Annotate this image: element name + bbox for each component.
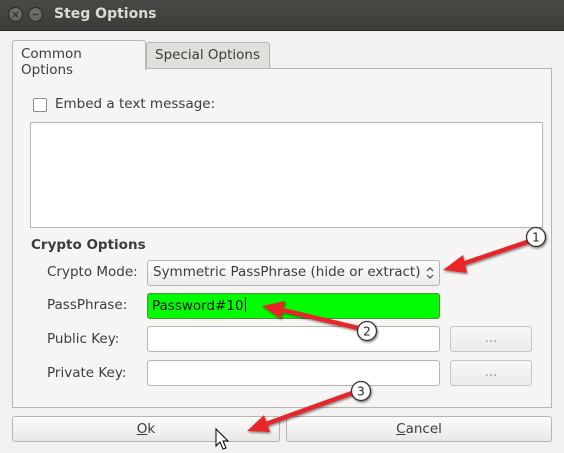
cancel-accelerator: C bbox=[396, 421, 406, 437]
window-title: Steg Options bbox=[54, 6, 157, 22]
private-key-label: Private Key: bbox=[47, 365, 127, 381]
title-bar: Steg Options bbox=[0, 0, 564, 31]
crypto-mode-label: Crypto Mode: bbox=[47, 264, 138, 280]
private-key-input[interactable] bbox=[147, 360, 440, 386]
public-key-label: Public Key: bbox=[47, 331, 120, 347]
crypto-options-heading: Crypto Options bbox=[31, 237, 146, 253]
updown-chevron-icon bbox=[426, 267, 434, 279]
embed-message-label: Embed a text message: bbox=[55, 96, 216, 112]
text-cursor bbox=[244, 297, 246, 312]
minimize-window-button[interactable] bbox=[28, 7, 43, 22]
passphrase-input[interactable]: Password#10 bbox=[147, 293, 440, 319]
ok-label-rest: k bbox=[147, 421, 156, 437]
close-window-button[interactable] bbox=[8, 7, 23, 22]
crypto-mode-select[interactable]: Symmetric PassPhrase (hide or extract) bbox=[147, 260, 440, 286]
ok-accelerator: O bbox=[136, 421, 148, 437]
passphrase-value: Password#10 bbox=[152, 298, 244, 314]
close-icon bbox=[12, 11, 19, 18]
public-key-input[interactable] bbox=[147, 326, 440, 352]
cancel-label-rest: ancel bbox=[405, 421, 442, 437]
embed-message-checkbox[interactable] bbox=[33, 98, 47, 112]
public-key-browse-button[interactable]: ... bbox=[450, 326, 532, 352]
passphrase-label: PassPhrase: bbox=[47, 297, 128, 313]
tab-special-options[interactable]: Special Options bbox=[146, 42, 270, 68]
tab-common-options[interactable]: Common Options bbox=[12, 40, 146, 78]
ok-button[interactable]: Ok bbox=[12, 416, 280, 442]
textarea-fade bbox=[31, 143, 542, 193]
message-textarea[interactable] bbox=[30, 122, 543, 228]
minimize-icon bbox=[32, 13, 39, 16]
crypto-mode-value: Symmetric PassPhrase (hide or extract) bbox=[153, 264, 421, 280]
cancel-button[interactable]: Cancel bbox=[286, 416, 552, 442]
private-key-browse-button[interactable]: ... bbox=[450, 360, 532, 386]
